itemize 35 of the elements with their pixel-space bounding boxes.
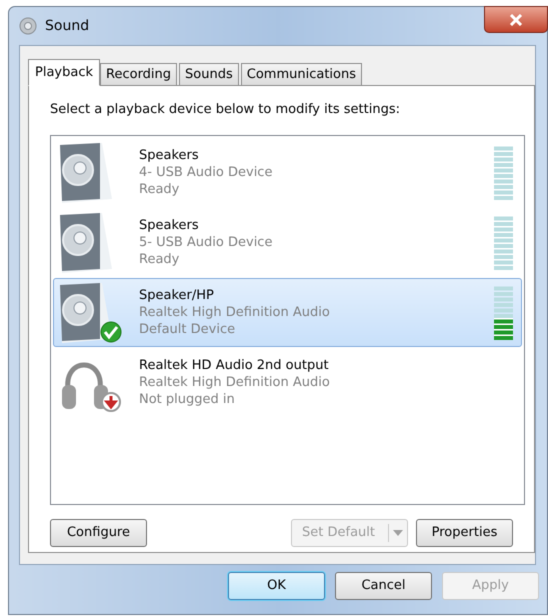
device-name: Speakers (139, 216, 200, 234)
tab[interactable]: Sounds (179, 63, 239, 86)
device-driver: Realtek High Definition Audio (139, 304, 331, 320)
device-name: Speakers (139, 146, 200, 164)
instruction-text: Select a playback device below to modify its settings: (50, 101, 401, 119)
speaker-icon (58, 281, 112, 343)
speaker-icon (58, 211, 112, 273)
device-status: Ready (139, 180, 180, 198)
tab[interactable]: Playback (28, 59, 100, 86)
volume-meter (494, 144, 513, 200)
tab[interactable]: Recording (100, 63, 178, 86)
window-title: Sound (45, 16, 90, 36)
speaker-icon (19, 17, 37, 35)
device-row[interactable]: Speakers 4- USB Audio Device Ready (53, 138, 522, 206)
dialog-button[interactable]: OK (228, 572, 325, 600)
device-driver: 4- USB Audio Device (139, 164, 274, 180)
dialog-button[interactable]: Cancel (335, 572, 432, 600)
device-row[interactable]: Speaker/HP Realtek High Definition Audio Default Device (53, 278, 522, 346)
device-row[interactable]: Speakers 5- USB Audio Device Ready (53, 208, 522, 276)
panel-button[interactable]: Configure (50, 518, 147, 546)
device-status: Not plugged in (139, 390, 236, 408)
device-name: Realtek HD Audio 2nd output (139, 356, 330, 374)
device-status: Default Device (139, 320, 236, 338)
device-driver: 5- USB Audio Device (139, 234, 274, 250)
volume-meter (494, 214, 513, 270)
tab[interactable]: Communications (240, 63, 362, 86)
speaker-icon (58, 141, 112, 203)
close-button[interactable] (484, 6, 548, 33)
device-name: Speaker/HP (139, 286, 215, 304)
caret-icon (393, 530, 403, 536)
close-icon (509, 14, 523, 26)
device-row[interactable]: Realtek HD Audio 2nd output Realtek High Definition Audio Not plugged in (53, 348, 522, 416)
device-status: Ready (139, 250, 180, 268)
device-driver: Realtek High Definition Audio (139, 374, 331, 390)
panel-button[interactable]: Properties (416, 518, 513, 546)
